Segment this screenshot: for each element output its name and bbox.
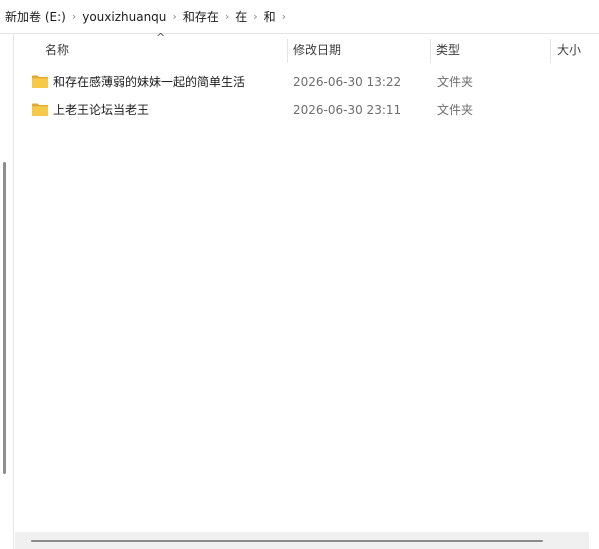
breadcrumb-item-zai[interactable]: 在 xyxy=(235,8,247,25)
list-item[interactable]: 上老王论坛当老王 2026-06-30 23:11 文件夹 xyxy=(15,96,599,124)
column-header-name[interactable]: 名称 xyxy=(45,34,285,66)
scrollbar-corner xyxy=(589,532,599,549)
column-header-size[interactable]: 大小 xyxy=(557,34,597,66)
file-type: 文件夹 xyxy=(437,75,474,89)
breadcrumb-item-youxizhuanqu[interactable]: youxizhuanqu xyxy=(82,10,166,24)
breadcrumb-item-drive[interactable]: 新加卷 (E:) xyxy=(5,8,66,25)
chevron-right-icon[interactable]: › xyxy=(172,10,176,23)
column-divider[interactable] xyxy=(287,39,288,63)
chevron-right-icon[interactable]: › xyxy=(225,10,229,23)
column-divider[interactable] xyxy=(430,39,431,63)
folder-icon xyxy=(32,75,48,88)
breadcrumb-item-he[interactable]: 和 xyxy=(264,8,276,25)
chevron-right-icon[interactable]: › xyxy=(72,10,76,23)
file-list: 和存在感薄弱的妹妹一起的简单生活 2026-06-30 13:22 文件夹 上老… xyxy=(15,68,599,124)
column-header-row: ^ 名称 修改日期 类型 大小 xyxy=(15,31,599,66)
breadcrumb: 新加卷 (E:) › youxizhuanqu › 和存在 › 在 › 和 › xyxy=(0,0,599,34)
folder-icon xyxy=(32,103,48,116)
file-type: 文件夹 xyxy=(437,103,474,117)
breadcrumb-item-hecunzai[interactable]: 和存在 xyxy=(183,8,219,25)
column-header-date[interactable]: 修改日期 xyxy=(293,34,428,66)
column-divider[interactable] xyxy=(550,39,551,63)
chevron-right-icon[interactable]: › xyxy=(282,10,286,23)
file-date: 2026-06-30 23:11 xyxy=(293,103,402,117)
column-header-type[interactable]: 类型 xyxy=(436,34,546,66)
file-name: 上老王论坛当老王 xyxy=(53,103,150,117)
file-date: 2026-06-30 13:22 xyxy=(293,75,402,89)
horizontal-scrollbar[interactable] xyxy=(15,532,589,549)
list-item[interactable]: 和存在感薄弱的妹妹一起的简单生活 2026-06-30 13:22 文件夹 xyxy=(15,68,599,96)
horizontal-scrollbar-thumb[interactable] xyxy=(31,540,543,542)
navigation-pane-scrollbar[interactable] xyxy=(3,162,6,474)
navigation-pane xyxy=(0,34,14,549)
file-name: 和存在感薄弱的妹妹一起的简单生活 xyxy=(53,75,246,89)
chevron-right-icon[interactable]: › xyxy=(253,10,257,23)
